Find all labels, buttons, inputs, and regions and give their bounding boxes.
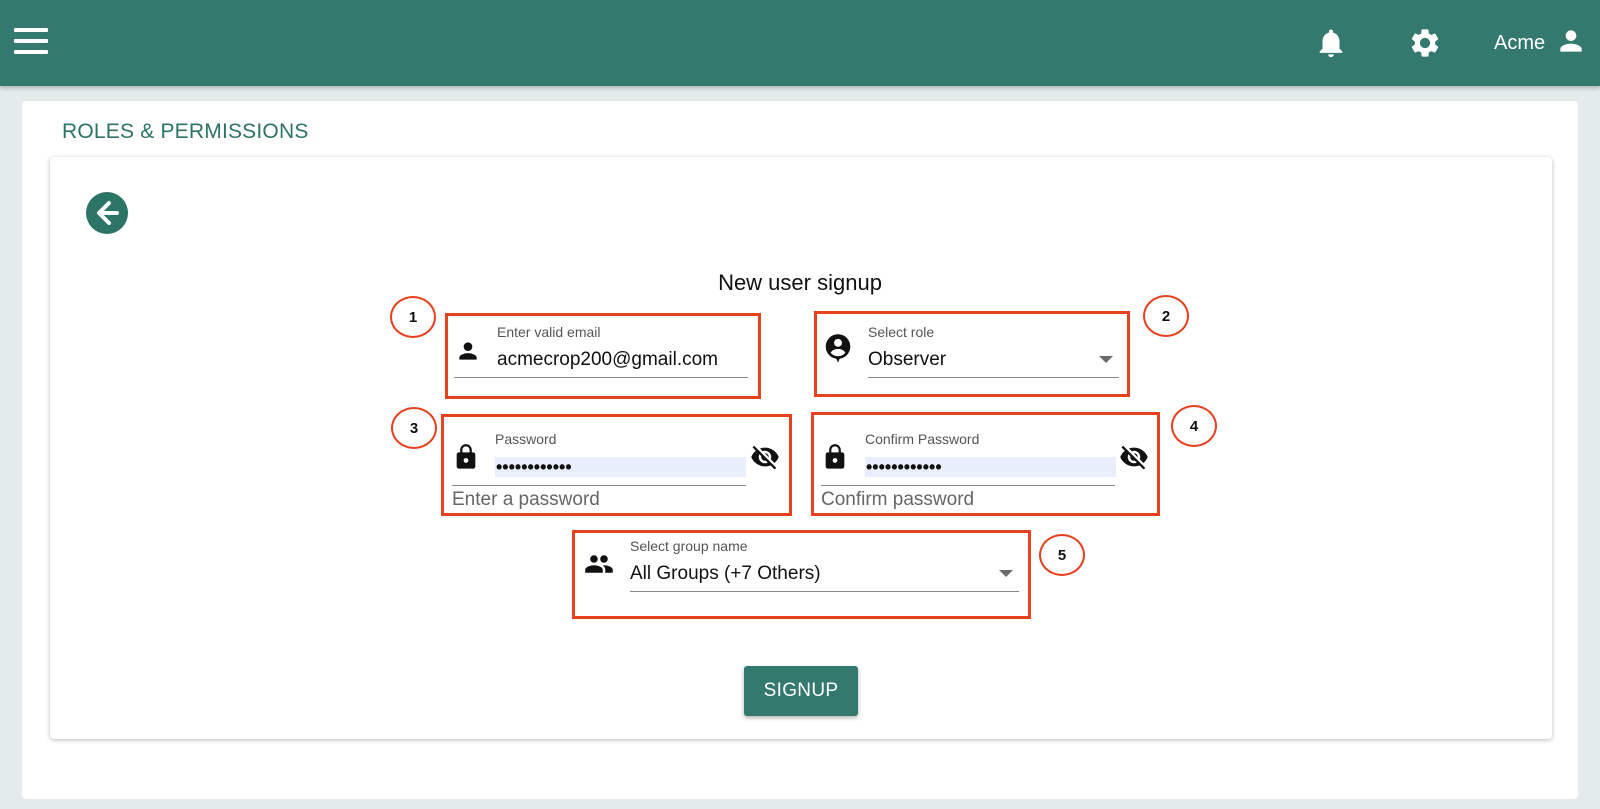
bell-icon[interactable] bbox=[1314, 26, 1348, 60]
confirm-password-helper-text: Confirm password bbox=[821, 489, 975, 510]
annotation-number: 1 bbox=[408, 308, 418, 326]
eye-off-icon[interactable] bbox=[1118, 442, 1150, 477]
annotation-marker-4: 4 bbox=[1171, 405, 1217, 447]
annotation-number: 2 bbox=[1161, 307, 1171, 325]
email-field[interactable]: acmecrop200@gmail.com bbox=[497, 349, 747, 371]
signup-button[interactable]: SIGNUP bbox=[744, 666, 858, 716]
form-card bbox=[50, 157, 1552, 739]
password-field-underline bbox=[452, 485, 746, 486]
password-field[interactable]: •••••••••••• bbox=[496, 457, 572, 478]
annotation-marker-3: 3 bbox=[391, 407, 437, 449]
role-dropdown-arrow-icon[interactable] bbox=[1099, 356, 1113, 363]
group-select-underline bbox=[630, 591, 1019, 592]
role-select-label: Select role bbox=[868, 324, 935, 340]
menu-icon[interactable] bbox=[14, 28, 50, 58]
email-field-underline bbox=[454, 377, 748, 378]
group-dropdown-arrow-icon[interactable] bbox=[999, 570, 1013, 577]
top-app-bar: Acme bbox=[0, 0, 1600, 86]
group-select-label: Select group name bbox=[630, 538, 748, 554]
form-title: New user signup bbox=[718, 270, 882, 295]
gear-icon[interactable] bbox=[1408, 26, 1442, 60]
confirm-password-field[interactable]: •••••••••••• bbox=[866, 457, 942, 478]
annotation-number: 3 bbox=[409, 419, 419, 437]
email-field-label: Enter valid email bbox=[497, 324, 601, 340]
password-field-label: Password bbox=[495, 431, 557, 447]
eye-off-icon[interactable] bbox=[749, 442, 781, 477]
annotation-marker-2: 2 bbox=[1143, 295, 1189, 337]
lock-icon bbox=[452, 442, 480, 477]
group-select[interactable]: All Groups (+7 Others) bbox=[630, 563, 990, 585]
confirm-password-field-underline bbox=[821, 485, 1115, 486]
password-helper-text: Enter a password bbox=[452, 489, 600, 510]
user-account-menu[interactable]: Acme bbox=[1494, 28, 1587, 58]
user-name: Acme bbox=[1494, 31, 1546, 54]
back-arrow-icon[interactable] bbox=[86, 192, 128, 234]
annotation-number: 4 bbox=[1189, 417, 1199, 435]
annotation-marker-5: 5 bbox=[1039, 534, 1085, 576]
person-icon bbox=[455, 338, 481, 369]
annotation-marker-1: 1 bbox=[390, 296, 436, 338]
account-circle-icon bbox=[823, 333, 853, 370]
annotation-number: 5 bbox=[1057, 546, 1067, 564]
role-select-underline bbox=[868, 377, 1119, 378]
person-icon bbox=[1555, 25, 1587, 62]
group-icon bbox=[582, 549, 616, 584]
confirm-password-field-label: Confirm Password bbox=[865, 431, 980, 447]
lock-icon bbox=[821, 442, 849, 477]
section-title: ROLES & PERMISSIONS bbox=[62, 120, 309, 143]
role-select[interactable]: Observer bbox=[868, 349, 1108, 371]
